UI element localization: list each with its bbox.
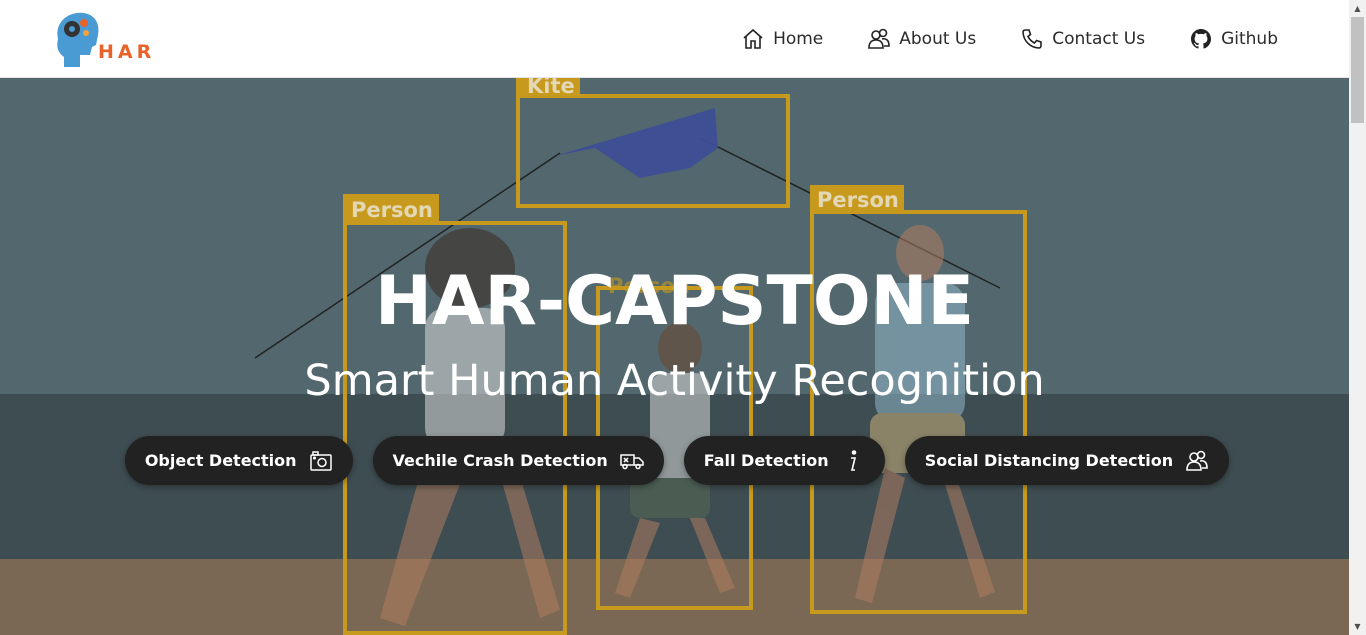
nav-item-github[interactable]: Github	[1189, 27, 1278, 51]
hero-subtitle: Smart Human Activity Recognition	[304, 356, 1045, 406]
nav-item-home[interactable]: Home	[741, 27, 823, 51]
fall-detection-button[interactable]: Fall Detection	[683, 436, 885, 485]
people-icon	[1186, 450, 1208, 471]
detection-label-person: Person	[817, 188, 899, 212]
button-label: Vechile Crash Detection	[392, 451, 608, 470]
hero-section: Kite Person Person Person HAR-CAPSTONE S…	[0, 78, 1349, 635]
github-icon	[1191, 29, 1212, 49]
object-detection-button[interactable]: Object Detection	[124, 436, 353, 485]
scroll-down-arrow-icon[interactable]: ▼	[1349, 618, 1366, 635]
info-icon	[850, 449, 856, 471]
scroll-up-arrow-icon[interactable]: ▲	[1349, 0, 1366, 17]
detection-label-person: Person	[351, 198, 433, 222]
logo[interactable]: HAR	[50, 9, 160, 69]
detection-buttons: Object Detection Vechile Crash Detection…	[0, 436, 1349, 485]
nav-item-label: Github	[1221, 29, 1278, 49]
nav-item-label: Contact Us	[1052, 29, 1146, 49]
nav-item-label: Home	[773, 29, 824, 49]
vehicle-crash-detection-button[interactable]: Vechile Crash Detection	[372, 436, 664, 485]
camera-icon	[309, 450, 332, 471]
button-label: Fall Detection	[703, 451, 829, 470]
social-distancing-detection-button[interactable]: Social Distancing Detection	[904, 436, 1230, 485]
phone-icon	[1022, 29, 1043, 49]
nav-item-contact[interactable]: Contact Us	[1020, 27, 1145, 51]
nav-item-label: About Us	[899, 29, 977, 49]
home-icon	[743, 28, 763, 49]
people-icon	[868, 28, 891, 49]
button-label: Object Detection	[144, 451, 297, 470]
button-label: Social Distancing Detection	[924, 451, 1174, 470]
truck-icon	[619, 453, 644, 469]
scroll-thumb[interactable]	[1351, 17, 1364, 123]
page-scrollbar[interactable]: ▲ ▼	[1349, 0, 1366, 635]
nav-menu: Home About Us Contact Us Github	[697, 0, 1278, 78]
navbar: HAR Home About Us Contact Us Github	[0, 0, 1349, 78]
nav-item-about[interactable]: About Us	[867, 27, 976, 51]
detection-label-kite: Kite	[527, 78, 575, 98]
hero-title: HAR-CAPSTONE	[374, 262, 975, 341]
logo-text: HAR	[98, 41, 156, 63]
